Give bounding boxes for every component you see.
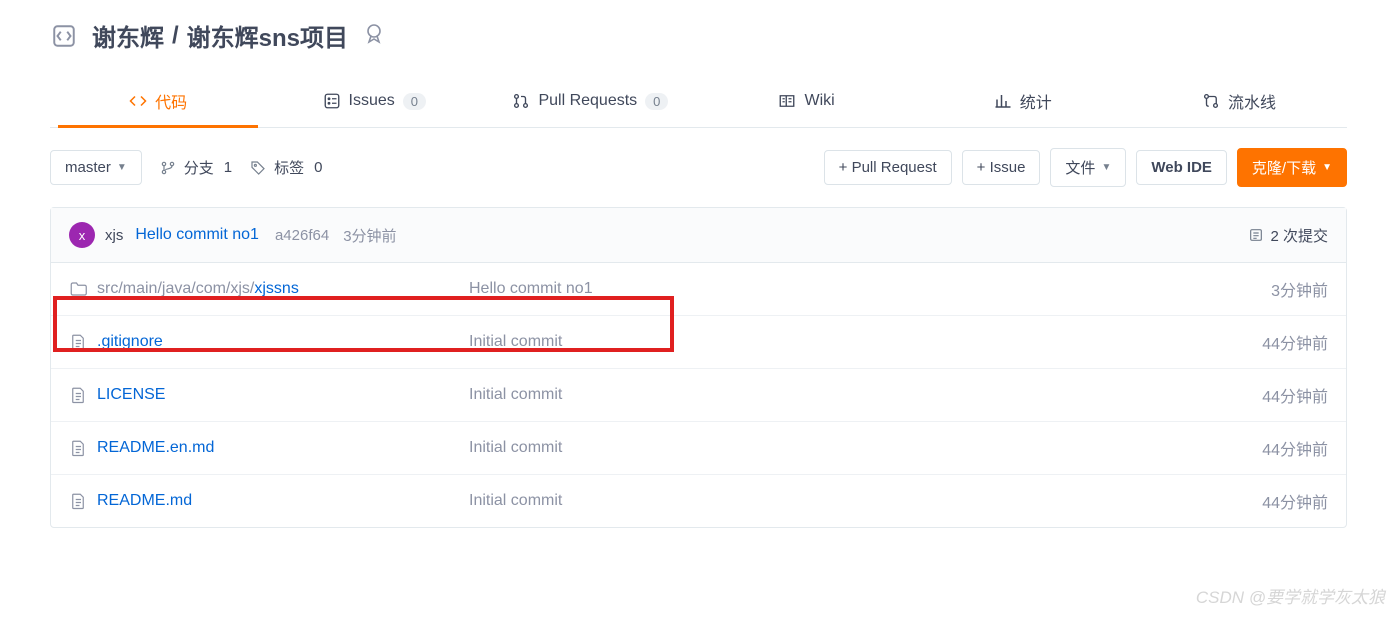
file-name-link[interactable]: README.md bbox=[97, 492, 192, 510]
tab-stats[interactable]: 统计 bbox=[915, 77, 1131, 127]
new-pull-request-button[interactable]: + Pull Request bbox=[824, 150, 952, 185]
title-separator: / bbox=[172, 22, 179, 50]
file-icon bbox=[69, 333, 87, 351]
new-issue-button[interactable]: + Issue bbox=[962, 150, 1041, 185]
tab-count: 0 bbox=[403, 93, 426, 110]
tabs: 代码 Issues 0 Pull Requests 0 Wiki 统计 流水线 bbox=[50, 77, 1347, 128]
repo-title[interactable]: 谢东辉 / 谢东辉sns项目 bbox=[92, 18, 348, 53]
file-row: README.en.md Initial commit 44分钟前 bbox=[51, 422, 1346, 475]
file-name-link[interactable]: LICENSE bbox=[97, 386, 165, 404]
award-icon[interactable] bbox=[362, 21, 386, 50]
commits-icon bbox=[1248, 227, 1264, 243]
folder-icon bbox=[69, 280, 87, 298]
tab-label: Wiki bbox=[804, 92, 834, 110]
tab-label: 流水线 bbox=[1228, 89, 1276, 113]
file-icon bbox=[69, 439, 87, 457]
repo-name[interactable]: 谢东辉sns项目 bbox=[187, 18, 348, 53]
file-commit-msg[interactable]: Hello commit no1 bbox=[469, 280, 1271, 298]
file-row: .gitignore Initial commit 44分钟前 bbox=[51, 316, 1346, 369]
tab-pull-requests[interactable]: Pull Requests 0 bbox=[482, 77, 698, 127]
clone-download-button[interactable]: 克隆/下载 ▼ bbox=[1237, 148, 1347, 187]
file-time: 44分钟前 bbox=[1262, 489, 1328, 513]
file-icon bbox=[69, 492, 87, 510]
file-name-link[interactable]: src/main/java/com/xjs/xjssns bbox=[97, 280, 299, 298]
file-row: LICENSE Initial commit 44分钟前 bbox=[51, 369, 1346, 422]
repo-owner[interactable]: 谢东辉 bbox=[92, 18, 164, 53]
file-commit-msg[interactable]: Initial commit bbox=[469, 492, 1262, 510]
commit-message[interactable]: Hello commit no1 bbox=[135, 226, 259, 244]
web-ide-button[interactable]: Web IDE bbox=[1136, 150, 1227, 185]
tab-label: Issues bbox=[349, 92, 395, 110]
file-row: src/main/java/com/xjs/xjssns Hello commi… bbox=[51, 263, 1346, 316]
caret-down-icon: ▼ bbox=[117, 162, 127, 173]
file-dropdown-button[interactable]: 文件 ▼ bbox=[1050, 148, 1126, 187]
avatar[interactable]: x bbox=[69, 222, 95, 248]
branch-icon bbox=[160, 160, 176, 176]
repo-icon bbox=[50, 22, 78, 50]
file-time: 44分钟前 bbox=[1262, 436, 1328, 460]
commit-time: 3分钟前 bbox=[343, 225, 396, 246]
file-commit-msg[interactable]: Initial commit bbox=[469, 439, 1262, 457]
file-time: 44分钟前 bbox=[1262, 330, 1328, 354]
tab-label: 统计 bbox=[1020, 89, 1052, 113]
file-time: 44分钟前 bbox=[1262, 383, 1328, 407]
tab-wiki[interactable]: Wiki bbox=[699, 77, 915, 127]
file-commit-msg[interactable]: Initial commit bbox=[469, 386, 1262, 404]
file-row: README.md Initial commit 44分钟前 bbox=[51, 475, 1346, 527]
file-name-link[interactable]: README.en.md bbox=[97, 439, 214, 457]
branch-count-link[interactable]: 分支 1 bbox=[160, 157, 232, 178]
file-commit-msg[interactable]: Initial commit bbox=[469, 333, 1262, 351]
file-panel: x xjs Hello commit no1 a426f64 3分钟前 2 次提… bbox=[50, 207, 1347, 528]
commits-count-link[interactable]: 2 次提交 bbox=[1248, 225, 1328, 246]
file-name-link[interactable]: .gitignore bbox=[97, 333, 163, 351]
branch-selector[interactable]: master ▼ bbox=[50, 150, 142, 185]
file-time: 3分钟前 bbox=[1271, 277, 1328, 301]
tab-count: 0 bbox=[645, 93, 668, 110]
commit-author[interactable]: xjs bbox=[105, 227, 123, 244]
tab-code[interactable]: 代码 bbox=[50, 77, 266, 127]
caret-down-icon: ▼ bbox=[1322, 162, 1332, 173]
tab-issues[interactable]: Issues 0 bbox=[266, 77, 482, 127]
latest-commit-row: x xjs Hello commit no1 a426f64 3分钟前 2 次提… bbox=[51, 208, 1346, 263]
tag-count-link[interactable]: 标签 0 bbox=[250, 157, 322, 178]
file-icon bbox=[69, 386, 87, 404]
caret-down-icon: ▼ bbox=[1101, 162, 1111, 173]
tag-icon bbox=[250, 160, 266, 176]
tab-pipeline[interactable]: 流水线 bbox=[1131, 77, 1347, 127]
tab-label: 代码 bbox=[155, 89, 187, 113]
commit-hash[interactable]: a426f64 bbox=[275, 227, 329, 244]
tab-label: Pull Requests bbox=[538, 92, 637, 110]
watermark: CSDN @要学就学灰太狼 bbox=[1196, 583, 1385, 608]
